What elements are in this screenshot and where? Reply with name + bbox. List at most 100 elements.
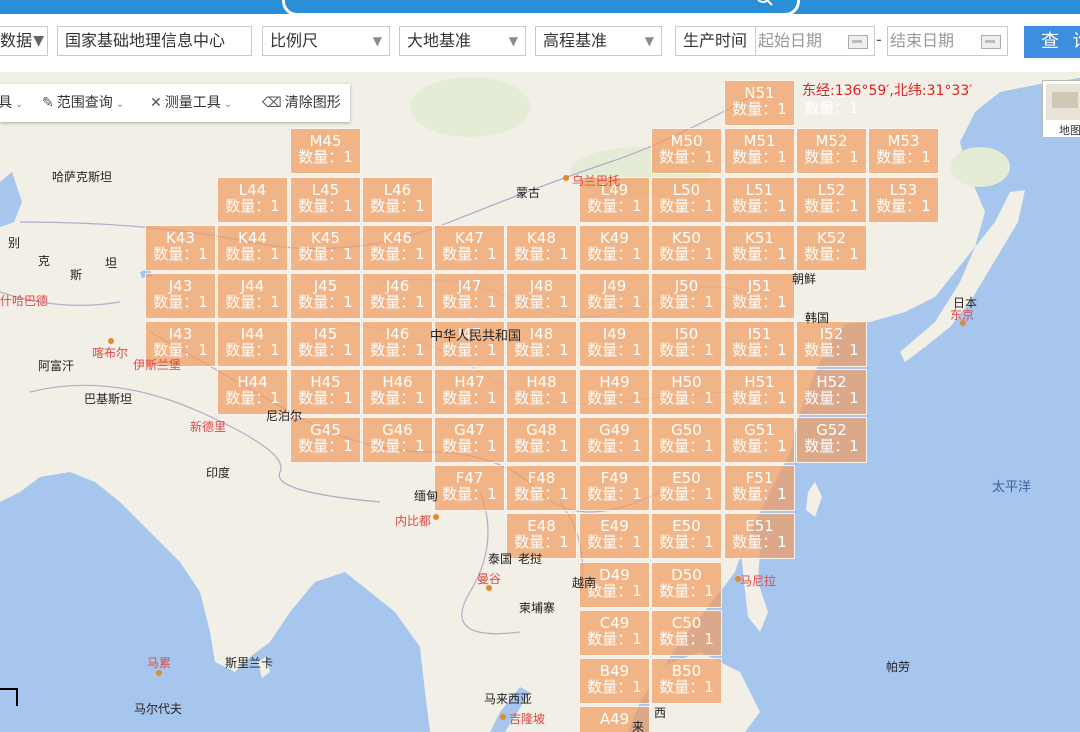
map-tile[interactable]: M45 数量：1 — [290, 128, 361, 174]
map-tile[interactable]: J51 数量：1 — [724, 273, 795, 319]
tile-code: H46 — [382, 373, 413, 391]
tile-count-label: 数量： — [732, 100, 778, 118]
place-label: 阿富汗 — [38, 359, 75, 373]
geodetic-datum-select[interactable]: 大地基准 ▼ — [399, 26, 526, 56]
map-tile[interactable]: K50 数量：1 — [651, 225, 722, 271]
map-tile[interactable]: I52 数量：1 — [796, 321, 867, 367]
map-tile[interactable]: H50 数量：1 — [651, 369, 722, 415]
map-tile[interactable]: F48 数量：1 — [506, 465, 577, 511]
data-type-select[interactable]: 数据 ▼ — [0, 26, 48, 56]
map-tile[interactable]: M53 数量：1 — [868, 128, 939, 174]
map-tile[interactable]: H48 数量：1 — [506, 369, 577, 415]
map-tile[interactable]: L50 数量：1 — [651, 177, 722, 223]
map-tile[interactable]: L51 数量：1 — [724, 177, 795, 223]
map-tile[interactable]: J43 数量：1 — [145, 273, 216, 319]
tile-code: E50 — [672, 517, 701, 535]
map-tile[interactable]: J49 数量：1 — [579, 273, 650, 319]
tile-count-value: 1 — [704, 197, 714, 215]
tile-count-label: 数量： — [442, 389, 488, 407]
place-label: 太平洋 — [992, 480, 1032, 495]
tile-code: J45 — [313, 277, 338, 295]
map-tile[interactable]: L45 数量：1 — [290, 177, 361, 223]
map-tile[interactable]: B50 数量：1 — [651, 658, 722, 704]
measure-tools-button[interactable]: ✕ 测量工具 ⌄ — [150, 84, 232, 122]
scale-select[interactable]: 比例尺 ▼ — [262, 26, 390, 56]
map-tile[interactable]: G51 数量：1 — [724, 417, 795, 463]
map-tile[interactable]: J44 数量：1 — [217, 273, 288, 319]
map-canvas[interactable]: N51 数量：1 N52 数量：1 M45 数量：1 M50 数量：1 M51 数量：1 M52 数量… — [0, 72, 1080, 732]
map-tile[interactable]: K52 数量：1 — [796, 225, 867, 271]
map-tile[interactable]: H49 数量：1 — [579, 369, 650, 415]
map-tile[interactable]: N51 数量：1 — [724, 80, 795, 126]
map-tile[interactable]: G50 数量：1 — [651, 417, 722, 463]
map-tile[interactable]: G52 数量：1 — [796, 417, 867, 463]
map-tile[interactable]: K48 数量：1 — [506, 225, 577, 271]
map-tile[interactable]: J46 数量：1 — [362, 273, 433, 319]
map-tile[interactable]: I49 数量：1 — [579, 321, 650, 367]
map-tile[interactable]: I46 数量：1 — [362, 321, 433, 367]
map-tile[interactable]: L53 数量：1 — [868, 177, 939, 223]
map-tile[interactable]: E51 数量：1 — [724, 513, 795, 559]
map-tile[interactable]: E49 数量：1 — [579, 513, 650, 559]
map-tile[interactable]: F49 数量：1 — [579, 465, 650, 511]
map-tile[interactable]: B49 数量：1 — [579, 658, 650, 704]
map-tile[interactable]: I45 数量：1 — [290, 321, 361, 367]
map-tile[interactable]: K47 数量：1 — [434, 225, 505, 271]
map-tile[interactable]: K51 数量：1 — [724, 225, 795, 271]
map-tile[interactable]: L52 数量：1 — [796, 177, 867, 223]
map-tile[interactable]: D50 数量：1 — [651, 562, 722, 608]
map-tile[interactable]: K46 数量：1 — [362, 225, 433, 271]
tile-count-value: 1 — [632, 582, 642, 600]
map-tile[interactable]: K44 数量：1 — [217, 225, 288, 271]
map-tile[interactable]: G48 数量：1 — [506, 417, 577, 463]
calendar-icon[interactable] — [848, 35, 868, 49]
height-datum-select[interactable]: 高程基准 ▼ — [535, 26, 662, 56]
query-button[interactable]: 查 询 — [1024, 26, 1080, 58]
tile-count-value: 1 — [343, 437, 353, 455]
place-label: 韩国 — [805, 311, 830, 325]
map-tile[interactable]: F47 数量：1 — [434, 465, 505, 511]
map-tile[interactable]: H46 数量：1 — [362, 369, 433, 415]
map-tile[interactable]: L46 数量：1 — [362, 177, 433, 223]
map-tile[interactable]: C50 数量：1 — [651, 610, 722, 656]
basemap-switcher[interactable]: 地图 — [1042, 80, 1080, 138]
range-query-button[interactable]: ✎ 范围查询 ⌄ — [42, 84, 124, 122]
map-tile[interactable]: K45 数量：1 — [290, 225, 361, 271]
map-tile[interactable]: M52 数量：1 — [796, 128, 867, 174]
map-tile[interactable]: G49 数量：1 — [579, 417, 650, 463]
map-tile[interactable]: J48 数量：1 — [506, 273, 577, 319]
map-tile[interactable]: J45 数量：1 — [290, 273, 361, 319]
map-tile[interactable]: I50 数量：1 — [651, 321, 722, 367]
clear-shapes-button[interactable]: ⌫ 清除图形 — [262, 84, 341, 122]
map-tile[interactable]: I44 数量：1 — [217, 321, 288, 367]
map-tile[interactable]: H52 数量：1 — [796, 369, 867, 415]
map-tile[interactable]: K49 数量：1 — [579, 225, 650, 271]
map-tile[interactable]: H47 数量：1 — [434, 369, 505, 415]
tile-count: 数量：1 — [580, 679, 649, 695]
map-tile[interactable]: K43 数量：1 — [145, 225, 216, 271]
map-tile[interactable]: C49 数量：1 — [579, 610, 650, 656]
tile-code: K46 — [383, 229, 412, 247]
start-date-input[interactable]: 起始日期 — [755, 26, 875, 56]
map-tile[interactable]: E50 数量：1 — [651, 513, 722, 559]
map-tile[interactable]: H51 数量：1 — [724, 369, 795, 415]
end-date-input[interactable]: 结束日期 — [887, 26, 1008, 56]
city-marker — [500, 714, 506, 720]
map-tile[interactable]: L44 数量：1 — [217, 177, 288, 223]
tile-count: 数量：1 — [797, 149, 866, 165]
tile-count-label: 数量： — [659, 485, 705, 503]
search-icon[interactable] — [757, 0, 775, 7]
global-search-box[interactable] — [282, 0, 800, 14]
agency-select[interactable]: 国家基础地理信息中心 — [57, 26, 252, 56]
map-tile[interactable]: J47 数量：1 — [434, 273, 505, 319]
map-tile[interactable]: G46 数量：1 — [362, 417, 433, 463]
map-tile[interactable]: M51 数量：1 — [724, 128, 795, 174]
map-tile[interactable]: J50 数量：1 — [651, 273, 722, 319]
toolbar-more-dropdown[interactable]: 具 ⌄ — [0, 84, 23, 122]
map-tile[interactable]: M50 数量：1 — [651, 128, 722, 174]
map-tile[interactable]: E50 数量：1 — [651, 465, 722, 511]
map-tile[interactable]: F51 数量：1 — [724, 465, 795, 511]
map-tile[interactable]: G47 数量：1 — [434, 417, 505, 463]
calendar-icon[interactable] — [981, 35, 1001, 49]
map-tile[interactable]: I51 数量：1 — [724, 321, 795, 367]
